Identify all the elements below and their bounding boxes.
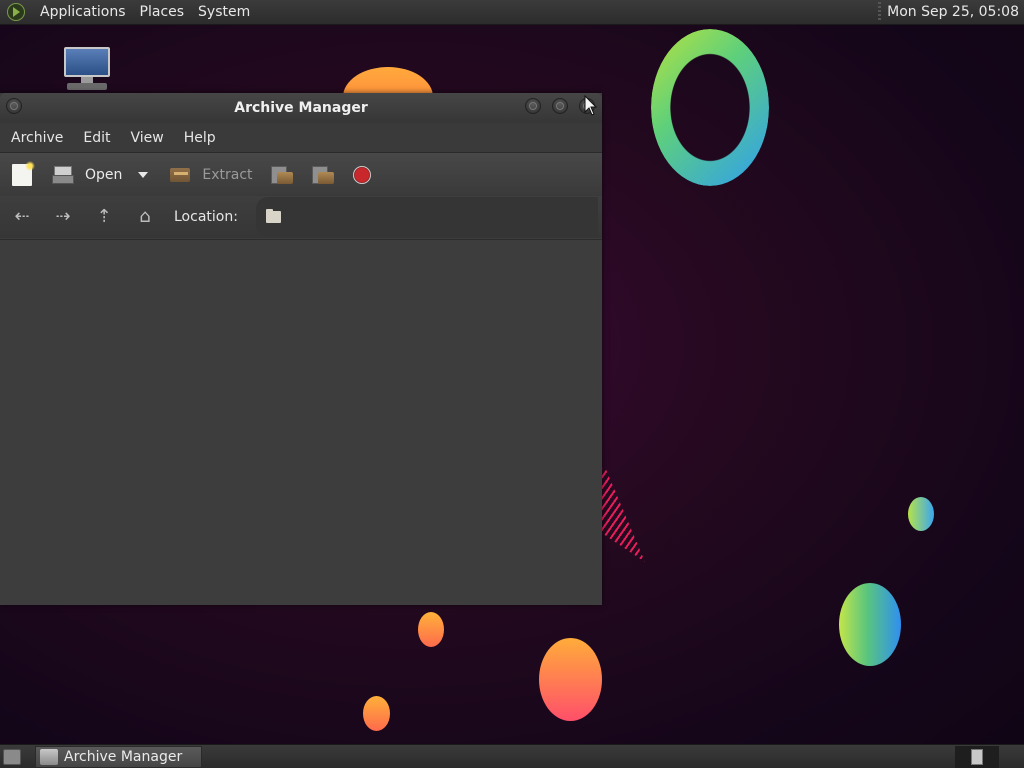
bottom-panel: Archive Manager	[0, 744, 1024, 768]
wallpaper-egg	[363, 696, 390, 731]
folder-icon	[265, 209, 281, 223]
archive-content-area[interactable]	[0, 239, 602, 605]
location-field[interactable]	[255, 197, 598, 237]
add-folder-icon[interactable]	[311, 164, 334, 186]
archive-manager-icon	[40, 749, 58, 765]
taskbar-item-archive-manager[interactable]: Archive Manager	[35, 746, 202, 768]
clock[interactable]: Mon Sep 25, 05:08	[887, 4, 1019, 20]
add-files-icon[interactable]	[270, 164, 293, 186]
wallpaper-egg	[839, 583, 901, 666]
new-archive-icon[interactable]	[12, 160, 35, 186]
computer-desktop-icon[interactable]	[63, 46, 113, 94]
wallpaper-ring	[651, 29, 769, 186]
menubar: Archive Edit View Help	[0, 123, 602, 152]
toolbar: Open Extract	[0, 152, 602, 197]
open-button[interactable]: Open	[32, 158, 122, 192]
wallpaper-egg	[418, 612, 444, 647]
home-icon[interactable]: ⌂	[134, 207, 156, 227]
window-titlebar[interactable]: Archive Manager	[0, 93, 602, 123]
archive-manager-window: Archive Manager Archive Edit View Help O…	[0, 93, 602, 605]
wallpaper-egg	[908, 497, 934, 531]
extract-icon	[170, 166, 192, 184]
mouse-cursor-icon	[584, 95, 598, 116]
location-bar: ⇠ ⇢ ⇡ ⌂ Location:	[0, 196, 602, 238]
main-menu-icon[interactable]	[7, 3, 25, 21]
menu-help[interactable]: Help	[174, 130, 226, 146]
back-arrow-icon[interactable]: ⇠	[11, 207, 33, 227]
monitor-icon	[64, 47, 110, 77]
open-label: Open	[85, 166, 123, 183]
open-icon	[52, 165, 74, 184]
forward-arrow-icon[interactable]: ⇢	[52, 207, 74, 227]
panel-separator	[878, 2, 882, 22]
workspace-switcher[interactable]	[955, 746, 999, 768]
places-menu[interactable]: Places	[133, 4, 192, 20]
workspace-1[interactable]	[971, 749, 983, 765]
system-menu[interactable]: System	[191, 4, 257, 20]
applications-menu[interactable]: Applications	[33, 4, 133, 20]
window-title: Archive Manager	[234, 100, 368, 116]
stop-icon[interactable]	[352, 165, 371, 184]
taskbar-item-label: Archive Manager	[64, 749, 183, 765]
wallpaper-stripes	[600, 468, 645, 562]
menu-archive[interactable]: Archive	[0, 130, 73, 146]
top-panel: Applications Places System Mon Sep 25, 0…	[0, 0, 1024, 25]
up-arrow-icon[interactable]: ⇡	[93, 207, 115, 227]
wallpaper-egg	[539, 638, 602, 721]
menu-view[interactable]: View	[121, 130, 174, 146]
menu-edit[interactable]: Edit	[73, 130, 120, 146]
open-recent-dropdown-icon[interactable]	[138, 171, 149, 178]
show-desktop-icon[interactable]	[3, 749, 21, 765]
extract-label: Extract	[202, 166, 253, 183]
extract-button: Extract	[148, 158, 253, 192]
minimize-button[interactable]	[525, 98, 541, 114]
maximize-button[interactable]	[552, 98, 568, 114]
location-label: Location:	[174, 209, 238, 225]
